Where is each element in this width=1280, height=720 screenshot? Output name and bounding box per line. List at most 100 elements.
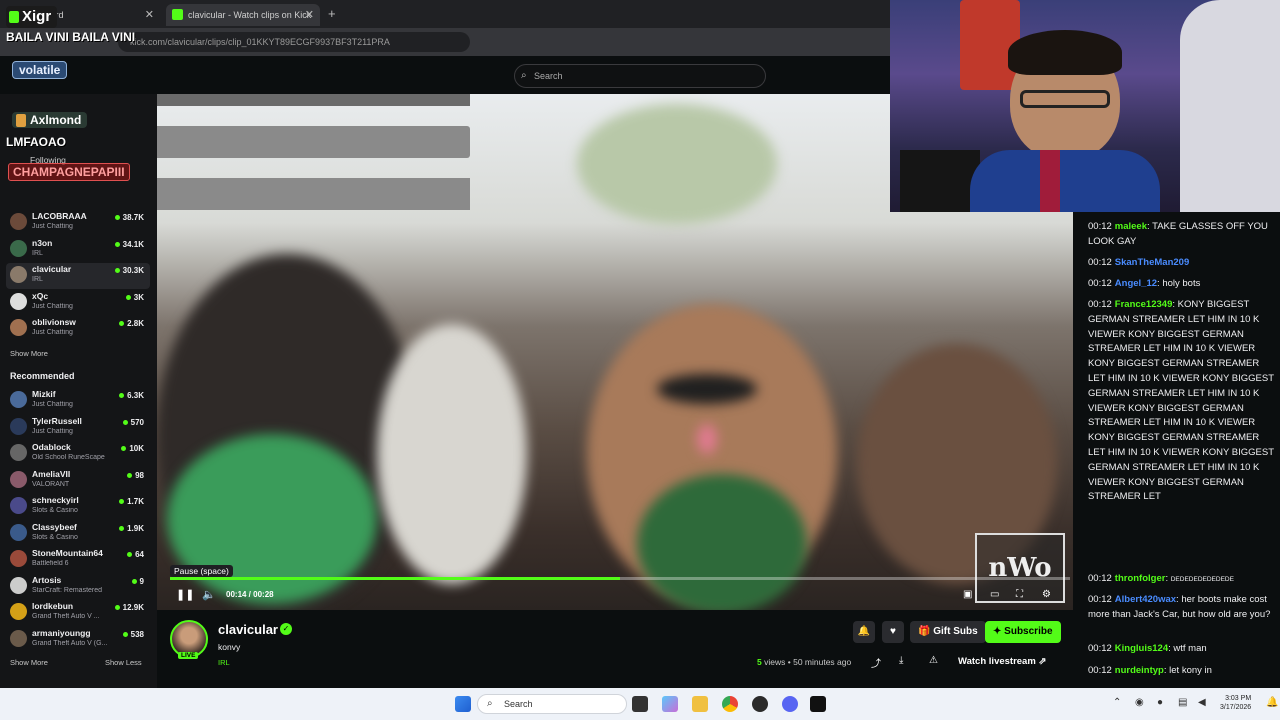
taskbar-search[interactable]: ⌕ Search (477, 694, 627, 714)
channel-name: schneckyirl (32, 495, 79, 505)
show-more-following[interactable]: Show More (10, 349, 48, 358)
chat-username[interactable]: SkanTheMan209 (1115, 257, 1189, 268)
volume-icon[interactable]: ◀ (1198, 697, 1206, 708)
show-less-recommended[interactable]: Show Less (105, 658, 142, 667)
overlay-bar (157, 126, 470, 158)
microphone-icon[interactable]: ● (1157, 697, 1163, 708)
channel-name: LACOBRAAA (32, 211, 87, 221)
kick-favicon-icon (172, 9, 183, 20)
channel-avatar (10, 417, 27, 435)
recommended-channel[interactable]: Artosis StarCraft: Remastered 9 (10, 574, 150, 600)
file-explorer-icon[interactable] (692, 696, 708, 712)
obs-icon[interactable] (810, 696, 826, 712)
miniplayer-icon[interactable]: ▣ (963, 589, 972, 600)
settings-gear-icon[interactable]: ⚙ (1042, 589, 1051, 600)
subscribe-label: Subscribe (1004, 626, 1053, 637)
channel-avatar (10, 292, 27, 310)
chat-timestamp: 00:12 (1088, 573, 1112, 584)
notification-bell-icon[interactable]: 🔔 (853, 621, 875, 643)
new-tab-icon[interactable]: + (328, 6, 336, 21)
recommended-channel[interactable]: lordkebun Grand Theft Auto V ... 12.9K (10, 600, 150, 626)
chrome-icon[interactable] (722, 696, 738, 712)
chat-username[interactable]: Albert420wax (1115, 594, 1176, 605)
fullscreen-icon[interactable]: ⛶ (1016, 589, 1023, 600)
pause-icon[interactable]: ❚❚ (176, 588, 194, 602)
clip-age: • 50 minutes ago (787, 657, 852, 667)
streamer-name[interactable]: clavicular (218, 622, 278, 637)
share-icon[interactable]: ⤴ (871, 655, 881, 670)
url-field[interactable]: kick.com/clavicular/clips/clip_01KKYT89E… (118, 32, 470, 52)
chat-username[interactable]: nurdeintyp (1115, 665, 1164, 676)
show-more-recommended[interactable]: Show More (10, 658, 48, 667)
chat-username[interactable]: Angel_12 (1115, 278, 1157, 289)
chat-username[interactable]: France12349 (1115, 299, 1173, 310)
clip-meta: 5 views • 50 minutes ago (757, 657, 851, 667)
network-icon[interactable]: ▤ (1178, 697, 1187, 708)
volume-icon[interactable]: 🔈 (202, 588, 216, 601)
gift-subs-button[interactable]: 🎁 Gift Subs (910, 621, 986, 643)
discord-icon[interactable] (782, 696, 798, 712)
app-icon[interactable] (752, 696, 768, 712)
channel-name: AmeliaVII (32, 468, 71, 479)
task-view-icon[interactable] (632, 696, 648, 712)
taskbar-clock[interactable]: 3:03 PM 3/17/2026 (1220, 694, 1251, 712)
search-input[interactable]: ⌕ Search (514, 64, 766, 88)
chat-username[interactable]: thronfolger (1115, 573, 1166, 584)
chat-username[interactable]: Kingluis124 (1115, 643, 1168, 654)
channel-category: IRL (32, 249, 43, 257)
channel-name: Mizkif (32, 389, 56, 399)
views-count: 5 (757, 657, 762, 667)
following-channel[interactable]: clavicular IRL 30.3K (6, 263, 150, 289)
watch-livestream-link[interactable]: Watch livestream ⇗ (958, 656, 1046, 667)
theater-mode-icon[interactable]: ▭ (990, 589, 999, 600)
following-channel[interactable]: LACOBRAAA Just Chatting 38.7K (10, 210, 150, 236)
channel-name: TylerRussell (32, 415, 82, 426)
report-flag-icon[interactable]: ⚠ (929, 655, 938, 666)
chat-message: 00:12 thronfolger: DEDEDEDEDEDEDE (1088, 572, 1274, 588)
channel-avatar (10, 576, 27, 594)
gift-icon: 🎁 (918, 626, 934, 637)
channel-category: Just Chatting (32, 427, 73, 435)
chat-text: wtf man (1173, 643, 1207, 654)
channel-name: Classybeef (32, 521, 77, 532)
notification-icon[interactable]: 🔔 (1266, 697, 1278, 708)
channel-avatar (10, 266, 27, 283)
pause-tooltip: Pause (space) (170, 565, 233, 577)
viewer-count: 10K (121, 444, 144, 453)
close-tab-icon[interactable]: ✕ (145, 4, 154, 26)
channel-avatar (10, 497, 27, 514)
follow-heart-icon[interactable]: ♥ (882, 621, 904, 643)
following-channel[interactable]: xQc Just Chatting 3K (10, 290, 150, 316)
viewer-count: 30.3K (115, 266, 144, 275)
browser-tab-kick[interactable]: clavicular - Watch clips on Kick ✕ (166, 4, 320, 26)
clip-category[interactable]: IRL (218, 658, 230, 667)
recommended-channel[interactable]: StoneMountain64 Battlefield 6 64 (10, 547, 150, 573)
copilot-icon[interactable] (662, 696, 678, 712)
overlay-lmfaoao: LMFAOAO (6, 135, 66, 149)
recommended-channel[interactable]: Classybeef Slots & Casino 1.9K (10, 521, 150, 547)
recommended-channel[interactable]: Mizkif Just Chatting 6.3K (10, 388, 150, 414)
channel-name: Artosis (32, 574, 62, 585)
close-tab-icon[interactable]: ✕ (305, 4, 314, 26)
tray-chevron-icon[interactable]: ⌃ (1113, 697, 1121, 708)
playback-time: 00:14 / 00:28 (226, 590, 274, 599)
download-icon[interactable]: ⤓ (899, 655, 903, 666)
recommended-channel[interactable]: schneckyirl Slots & Casino 1.7K (10, 494, 150, 520)
viewer-count: 570 (123, 418, 144, 427)
recommended-channel[interactable]: Odablock Old School RuneScape 10K (10, 441, 150, 467)
recommended-channel[interactable]: AmeliaVII VALORANT 98 (10, 468, 150, 494)
following-channel[interactable]: n3on IRL 34.1K (10, 237, 150, 263)
recommended-channel[interactable]: armaniyoungg Grand Theft Auto V (G... 538 (10, 627, 150, 653)
following-channel[interactable]: oblivionsw Just Chatting 2.8K (10, 316, 150, 342)
chat-message: 00:12 Kingluis124: wtf man (1088, 642, 1274, 657)
chat-username[interactable]: maleek (1115, 221, 1147, 232)
channel-category: Slots & Casino (32, 507, 78, 514)
views-label: views (764, 657, 786, 667)
windows-start-icon[interactable] (455, 696, 471, 712)
webcam-overlay (890, 0, 1280, 212)
subscribe-button[interactable]: ✦ Subscribe (985, 621, 1061, 643)
recommended-channel[interactable]: TylerRussell Just Chatting 570 (10, 415, 150, 441)
tray-app-icon[interactable]: ◉ (1135, 697, 1144, 708)
viewer-count: 3K (126, 293, 144, 302)
chat-timestamp: 00:12 (1088, 257, 1112, 268)
